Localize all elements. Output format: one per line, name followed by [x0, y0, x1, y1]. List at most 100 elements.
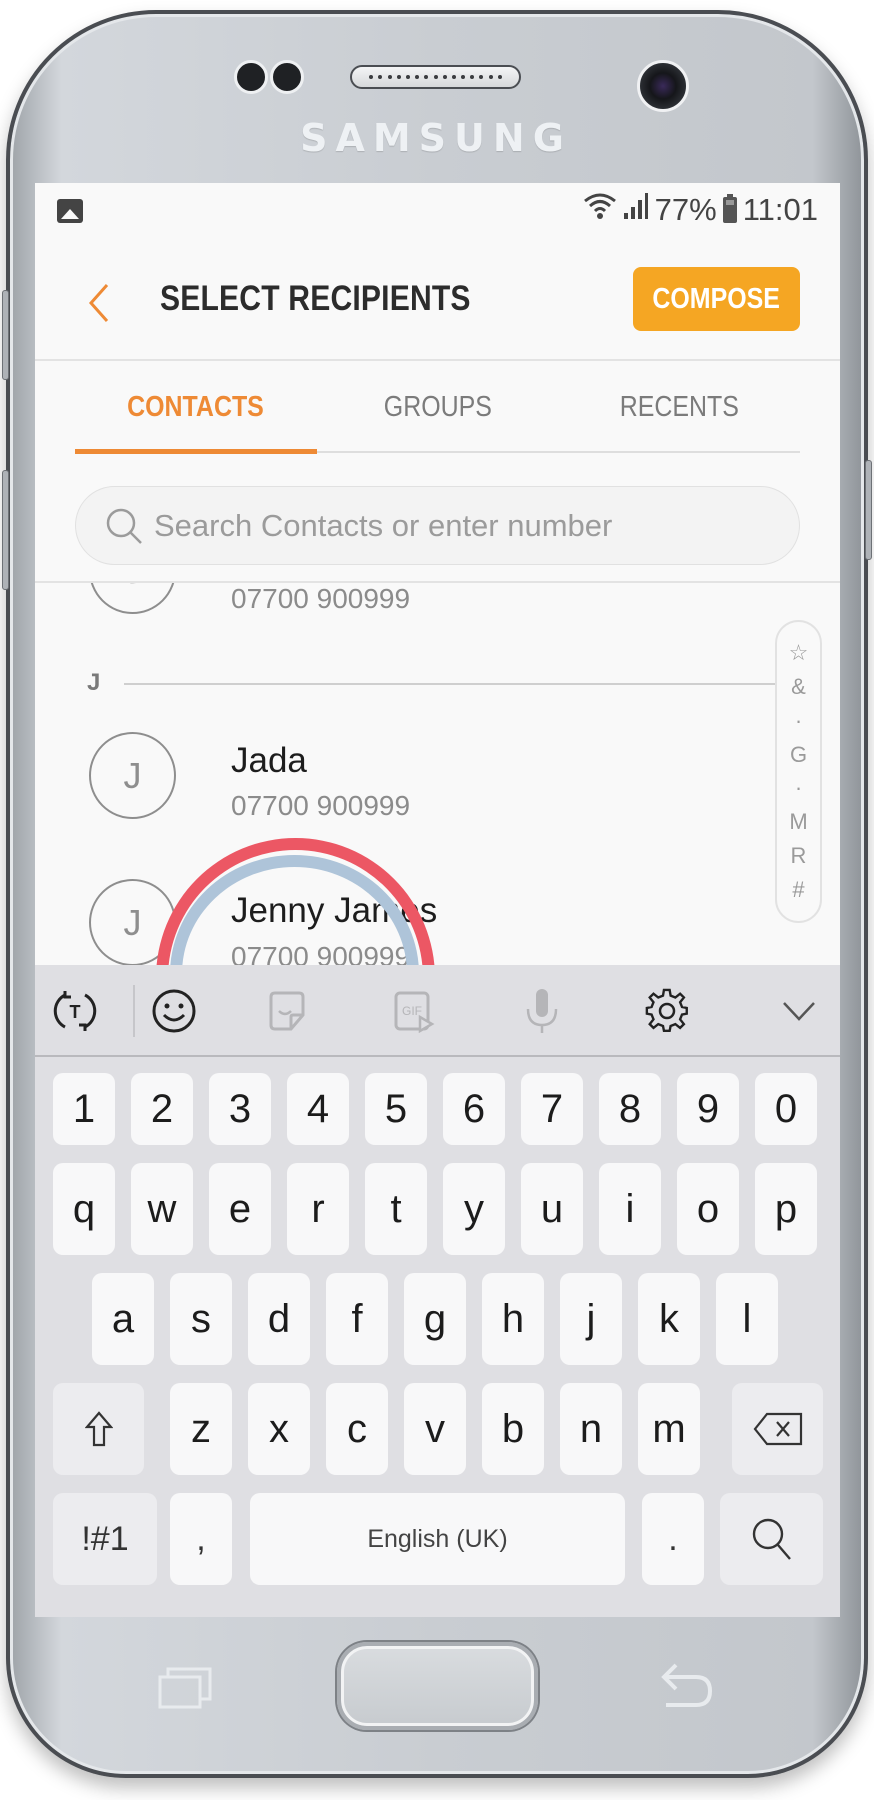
- key-q[interactable]: q: [53, 1163, 115, 1255]
- tab-label: RECENTS: [619, 390, 739, 423]
- key-w[interactable]: w: [131, 1163, 193, 1255]
- index-item[interactable]: G: [790, 743, 807, 766]
- tab-label: CONTACTS: [127, 390, 265, 423]
- key-m[interactable]: m: [638, 1383, 700, 1475]
- key-x[interactable]: x: [248, 1383, 310, 1475]
- settings-gear-icon[interactable]: [643, 987, 691, 1035]
- back-button[interactable]: [79, 277, 119, 329]
- brand-logo: SAMSUNG: [300, 116, 572, 160]
- key-b[interactable]: b: [482, 1383, 544, 1475]
- key-j[interactable]: j: [560, 1273, 622, 1365]
- contact-number: 07700 900999: [231, 790, 411, 821]
- sticker-icon[interactable]: [263, 987, 311, 1035]
- keyboard-toolbar: T GIF: [35, 965, 840, 1057]
- key-1[interactable]: 1: [53, 1073, 115, 1145]
- key-2[interactable]: 2: [131, 1073, 193, 1145]
- key-c[interactable]: c: [326, 1383, 388, 1475]
- earpiece-speaker: [350, 65, 521, 89]
- space-key[interactable]: English (UK): [250, 1493, 625, 1585]
- emoji-icon[interactable]: [150, 987, 198, 1035]
- key-8[interactable]: 8: [599, 1073, 661, 1145]
- fast-scroll-index[interactable]: ☆ & · G · M R #: [775, 620, 822, 923]
- page-title: SELECT RECIPIENTS: [160, 279, 471, 318]
- avatar: J: [89, 879, 176, 965]
- index-item[interactable]: R: [791, 845, 807, 867]
- tab-recents[interactable]: RECENTS: [558, 363, 800, 451]
- key-4[interactable]: 4: [287, 1073, 349, 1145]
- proximity-sensor: [234, 60, 268, 94]
- volume-button: [2, 290, 9, 380]
- key-0[interactable]: 0: [755, 1073, 817, 1145]
- period-key[interactable]: .: [642, 1493, 704, 1585]
- key-g[interactable]: g: [404, 1273, 466, 1365]
- screen: 77% 11:01 SELECT RECIPIENTS COMPOSE CONT…: [35, 183, 840, 1617]
- key-6[interactable]: 6: [443, 1073, 505, 1145]
- comma-key[interactable]: ,: [170, 1493, 232, 1585]
- back-key[interactable]: [660, 1663, 714, 1725]
- contact-name: Jenny James: [231, 891, 438, 930]
- index-item[interactable]: &: [791, 675, 806, 698]
- key-o[interactable]: o: [677, 1163, 739, 1255]
- search-icon: [104, 506, 144, 546]
- key-n[interactable]: n: [560, 1383, 622, 1475]
- key-u[interactable]: u: [521, 1163, 583, 1255]
- avatar: G: [89, 583, 176, 614]
- clock: 11:01: [742, 192, 818, 227]
- contact-number: 07700 900999: [231, 941, 411, 965]
- shift-key[interactable]: [53, 1383, 144, 1475]
- text-mode-icon[interactable]: T: [51, 987, 99, 1035]
- compose-button[interactable]: COMPOSE: [633, 267, 800, 331]
- front-camera: [637, 60, 689, 112]
- microphone-icon[interactable]: [518, 987, 566, 1035]
- key-7[interactable]: 7: [521, 1073, 583, 1145]
- key-a[interactable]: a: [92, 1273, 154, 1365]
- power-button: [865, 460, 872, 560]
- key-h[interactable]: h: [482, 1273, 544, 1365]
- search-key[interactable]: [720, 1493, 823, 1585]
- key-z[interactable]: z: [170, 1383, 232, 1475]
- contact-list[interactable]: G 07700 900999 J J Jada 07700 900999 J J…: [35, 581, 840, 965]
- key-k[interactable]: k: [638, 1273, 700, 1365]
- tab-contacts[interactable]: CONTACTS: [75, 363, 317, 454]
- battery-icon: [722, 194, 737, 223]
- key-e[interactable]: e: [209, 1163, 271, 1255]
- search-placeholder: Search Contacts or enter number: [154, 507, 613, 543]
- key-y[interactable]: y: [443, 1163, 505, 1255]
- proximity-sensor: [270, 60, 304, 94]
- keyboard: T GIF 1234567890 qwertyuiop asdfghjkl zxcv: [35, 965, 840, 1617]
- contact-number: 07700 900999: [231, 583, 411, 614]
- status-right: 77% 11:01: [583, 191, 818, 229]
- key-9[interactable]: 9: [677, 1073, 739, 1145]
- index-item[interactable]: M: [789, 811, 807, 833]
- app-header: SELECT RECIPIENTS COMPOSE: [35, 243, 840, 361]
- volume-button: [2, 470, 9, 590]
- index-dot: ·: [794, 775, 803, 801]
- toolbar-divider: [133, 985, 135, 1037]
- key-3[interactable]: 3: [209, 1073, 271, 1145]
- symbols-key[interactable]: !#1: [53, 1493, 157, 1585]
- key-l[interactable]: l: [716, 1273, 778, 1365]
- contact-name: Jada: [231, 741, 307, 780]
- key-r[interactable]: r: [287, 1163, 349, 1255]
- index-item[interactable]: #: [792, 879, 804, 901]
- backspace-key[interactable]: [732, 1383, 823, 1475]
- key-v[interactable]: v: [404, 1383, 466, 1475]
- key-s[interactable]: s: [170, 1273, 232, 1365]
- key-t[interactable]: t: [365, 1163, 427, 1255]
- index-favorites[interactable]: ☆: [789, 641, 809, 664]
- key-d[interactable]: d: [248, 1273, 310, 1365]
- key-f[interactable]: f: [326, 1273, 388, 1365]
- gif-icon[interactable]: GIF: [390, 987, 438, 1035]
- search-input[interactable]: Search Contacts or enter number: [75, 486, 800, 565]
- home-button[interactable]: [337, 1642, 538, 1730]
- avatar-initial: J: [123, 754, 142, 796]
- key-p[interactable]: p: [755, 1163, 817, 1255]
- recent-apps-key[interactable]: [158, 1665, 212, 1719]
- key-5[interactable]: 5: [365, 1073, 427, 1145]
- image-icon: [57, 199, 83, 223]
- chevron-down-icon[interactable]: [775, 987, 823, 1035]
- key-i[interactable]: i: [599, 1163, 661, 1255]
- signal-icon: [623, 191, 649, 229]
- tab-groups[interactable]: GROUPS: [317, 363, 559, 451]
- status-bar: 77% 11:01: [35, 183, 840, 243]
